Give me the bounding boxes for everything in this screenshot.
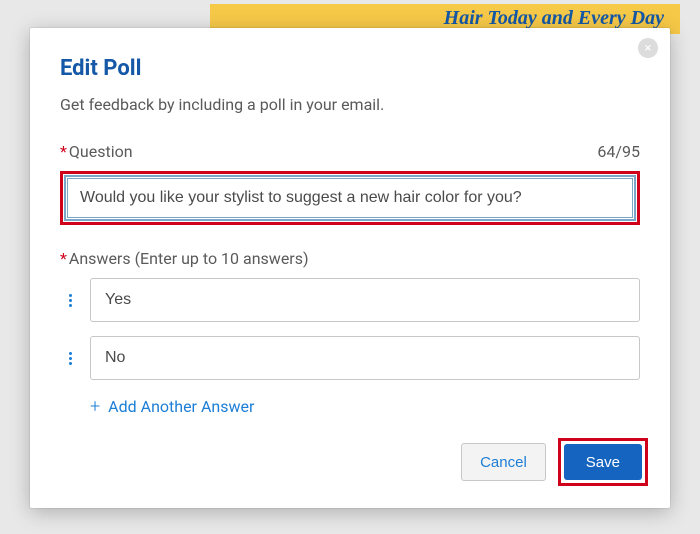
cancel-button[interactable]: Cancel (461, 443, 546, 481)
plus-icon: + (90, 396, 100, 417)
question-input[interactable] (67, 178, 633, 218)
add-another-answer-link[interactable]: + Add Another Answer (90, 396, 254, 417)
question-label: *Question (60, 142, 133, 161)
close-icon[interactable]: × (638, 38, 658, 58)
question-highlight (60, 171, 640, 225)
modal-title: Edit Poll (60, 56, 640, 81)
question-char-counter: 64/95 (597, 142, 640, 161)
required-asterisk: * (60, 142, 67, 161)
required-asterisk: * (60, 249, 67, 268)
edit-poll-modal: × Edit Poll Get feedback by including a … (30, 28, 670, 508)
answer-input[interactable] (90, 336, 640, 380)
save-button[interactable]: Save (564, 444, 642, 480)
answer-row (60, 336, 640, 380)
answer-row (60, 278, 640, 322)
add-another-answer-label: Add Another Answer (108, 397, 254, 416)
drag-handle-icon[interactable] (60, 352, 80, 365)
save-highlight: Save (558, 438, 648, 486)
answers-label: *Answers (Enter up to 10 answers) (60, 249, 309, 268)
drag-handle-icon[interactable] (60, 294, 80, 307)
modal-subtitle: Get feedback by including a poll in your… (60, 95, 640, 114)
answer-input[interactable] (90, 278, 640, 322)
